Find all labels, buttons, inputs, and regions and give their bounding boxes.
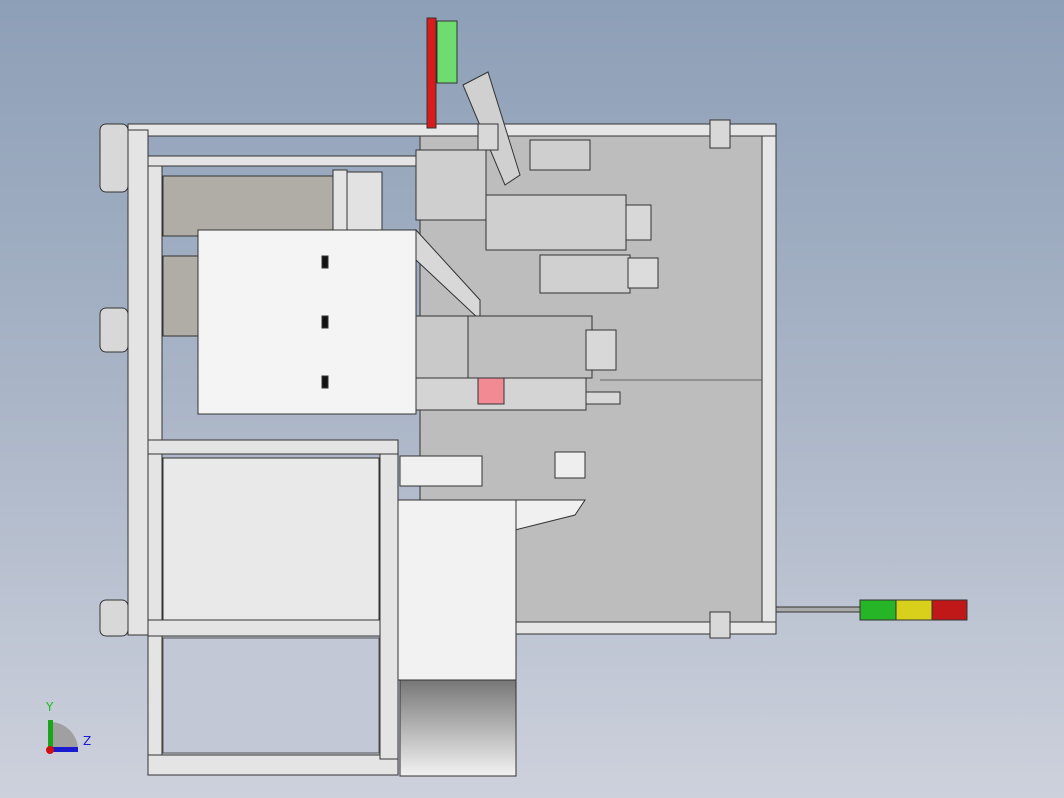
stack-light-yellow: [895, 599, 933, 621]
frame-rail-bottom: [499, 621, 777, 635]
axis-y-label: Y: [46, 700, 54, 714]
lower-panel: [162, 457, 380, 621]
pink-block: [477, 377, 505, 405]
frame-rail-top: [127, 123, 777, 137]
axis-y-icon: [48, 720, 53, 750]
stack-light-red: [931, 599, 968, 621]
axis-z-label: Z: [83, 734, 92, 748]
flag-green: [436, 20, 458, 84]
flag-red: [426, 17, 437, 129]
frame-left-outer: [127, 129, 149, 636]
frame-rail-right: [761, 127, 777, 634]
axis-triad: [46, 720, 78, 754]
stack-light-green: [859, 599, 897, 621]
axis-z-icon: [50, 747, 78, 752]
cad-viewport[interactable]: [0, 0, 1064, 798]
front-panel-white: [197, 229, 417, 415]
